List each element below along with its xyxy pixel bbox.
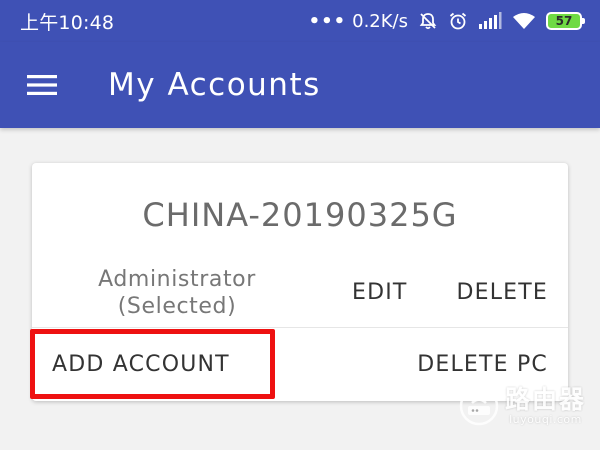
status-icons: ••• 0.2K/s 57	[308, 10, 585, 32]
status-time: 上午10:48	[20, 11, 115, 34]
page-title: My Accounts	[108, 67, 321, 103]
app-bar: My Accounts	[0, 42, 600, 128]
account-row: Administrator (Selected) EDIT DELETE	[32, 262, 568, 328]
battery-level: 57	[555, 14, 573, 28]
watermark-domain: luyouqi.com	[509, 412, 582, 426]
network-speed: 0.2K/s	[352, 10, 408, 32]
notification-dots-icon: •••	[308, 10, 347, 32]
watermark-text: 路由器	[504, 384, 586, 414]
edit-button[interactable]: EDIT	[352, 280, 408, 305]
battery-icon: 57	[546, 12, 585, 30]
signal-icon	[478, 12, 502, 30]
delete-pc-button[interactable]: DELETE PC	[417, 352, 548, 377]
account-name[interactable]: Administrator (Selected)	[32, 266, 322, 320]
account-name-line2: (Selected)	[117, 294, 237, 319]
add-account-button[interactable]: ADD ACCOUNT	[52, 352, 230, 377]
router-logo-icon	[459, 386, 499, 426]
delete-button[interactable]: DELETE	[456, 280, 548, 305]
mute-bell-icon	[418, 11, 438, 31]
status-bar: 上午10:48 ••• 0.2K/s 57	[0, 0, 600, 42]
wifi-icon	[512, 12, 536, 30]
alarm-clock-icon	[448, 11, 468, 31]
watermark: 路由器 luyouqi.com	[459, 386, 586, 426]
hamburger-menu-icon[interactable]	[20, 63, 64, 107]
pc-name: CHINA-20190325G	[142, 196, 458, 234]
account-name-line1: Administrator	[98, 267, 256, 292]
